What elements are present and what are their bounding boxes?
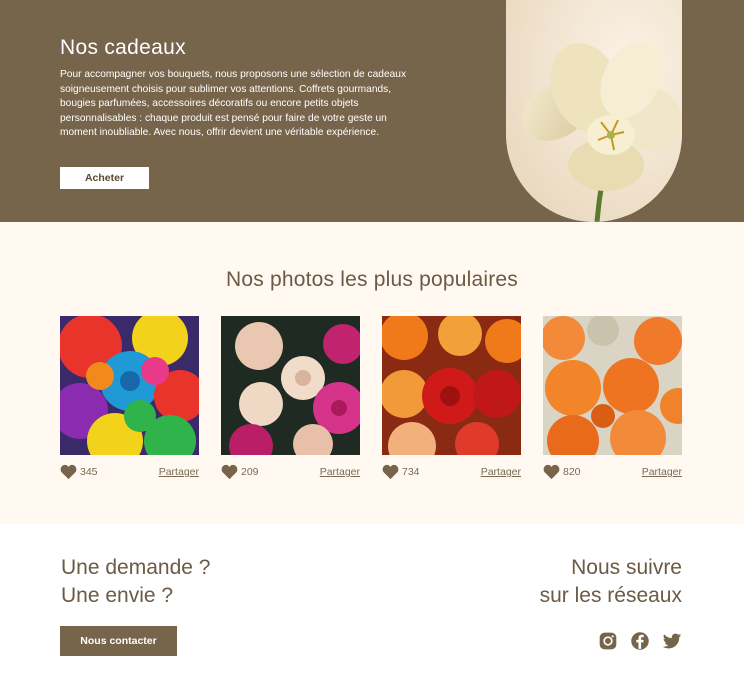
heart-icon[interactable] [221,464,238,480]
heart-icon[interactable] [382,464,399,480]
buy-button[interactable]: Acheter [60,167,149,189]
contact-line-1: Une demande ? [61,556,211,579]
share-link[interactable]: Partager [481,466,521,478]
orange-roses-photo[interactable] [543,316,682,455]
like-count: 209 [241,466,259,478]
peony-bouquet-photo[interactable] [221,316,360,455]
contact-button[interactable]: Nous contacter [60,626,177,656]
photo-meta: 820 Partager [543,464,682,484]
footer-section: Une demande ? Une envie ? Nous contacter… [0,524,744,680]
social-line-1: Nous suivre [571,556,682,579]
red-orange-roses-photo[interactable] [382,316,521,455]
hero-title: Nos cadeaux [60,36,186,59]
like-count: 345 [80,466,98,478]
hero-description: Pour accompagner vos bouquets, nous prop… [60,69,407,138]
photo-meta: 734 Partager [382,464,521,484]
contact-line-2: Une envie ? [61,584,174,607]
gallery-title: Nos photos les plus populaires [225,268,518,291]
popular-photos-section: Nos photos les plus populaires 345 Parta [0,222,744,524]
like-count: 734 [402,466,420,478]
photo-card: 820 Partager [543,316,682,484]
photo-meta: 209 Partager [221,464,360,484]
social-heading: Nous suivre sur les réseaux [540,554,682,610]
share-link[interactable]: Partager [642,466,682,478]
facebook-icon[interactable] [630,631,650,651]
hero-section: Nos cadeaux Pour accompagner vos bouquet… [0,0,744,222]
twitter-icon[interactable] [662,631,682,651]
heart-icon[interactable] [60,464,77,480]
rainbow-roses-photo[interactable] [60,316,199,455]
instagram-icon[interactable] [598,631,618,651]
contact-heading: Une demande ? Une envie ? [61,554,210,610]
photo-card: 209 Partager [221,316,360,484]
photo-card: 345 Partager [60,316,199,484]
share-link[interactable]: Partager [159,466,199,478]
social-line-2: sur les réseaux [539,584,682,607]
photo-meta: 345 Partager [60,464,199,484]
heart-icon[interactable] [543,464,560,480]
share-link[interactable]: Partager [320,466,360,478]
photo-card: 734 Partager [382,316,521,484]
like-count: 820 [563,466,581,478]
white-tulip-photo [506,0,682,222]
